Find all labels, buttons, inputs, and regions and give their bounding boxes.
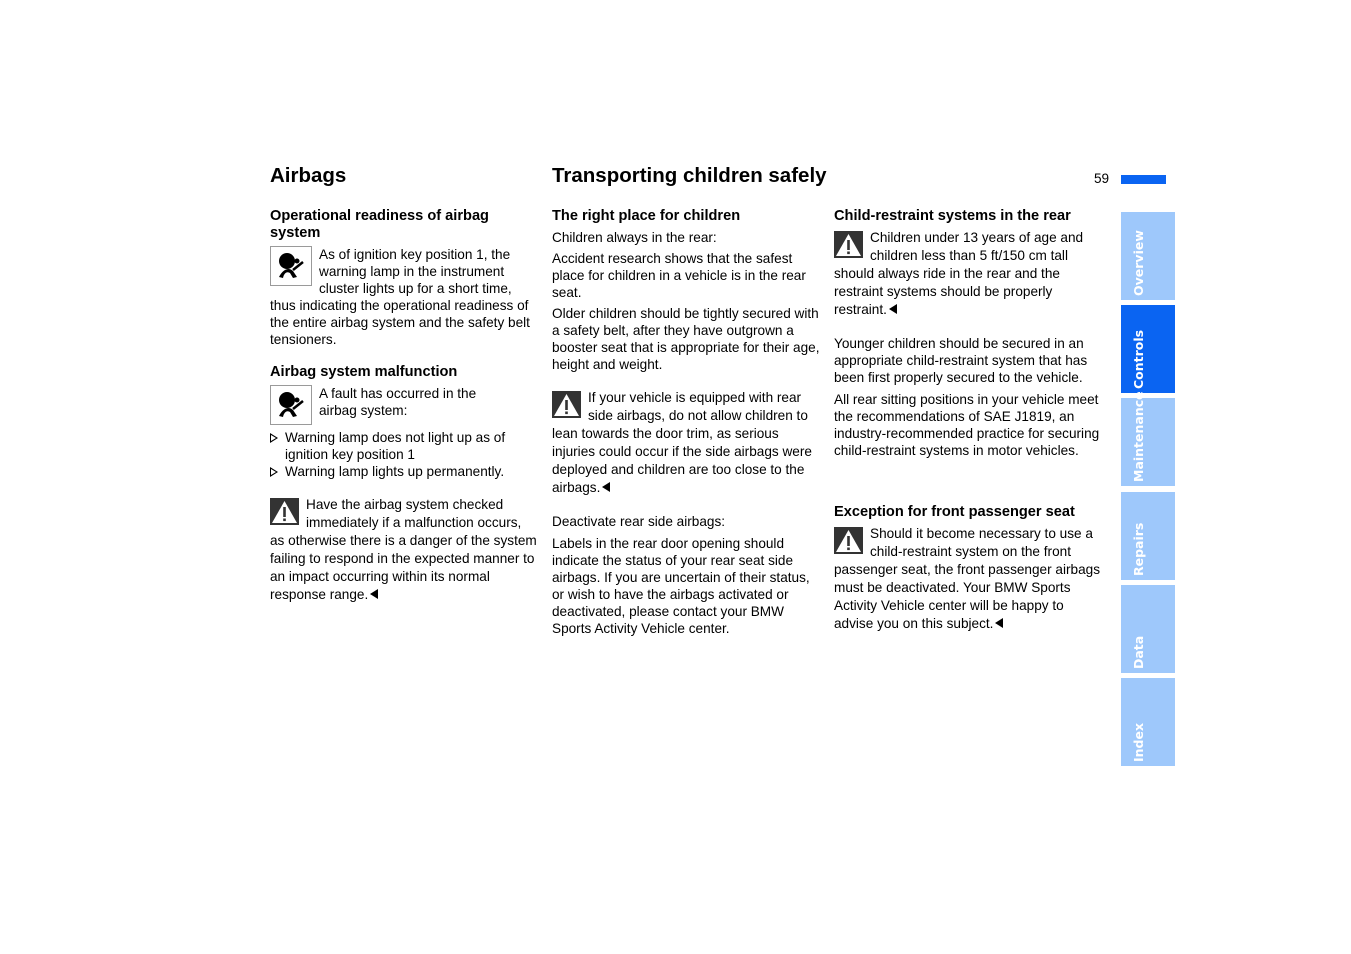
tab-label: Data — [1131, 635, 1146, 669]
tab-label: Maintenance — [1131, 391, 1146, 482]
warning-triangle-icon — [834, 527, 863, 554]
page-marker-bar — [1121, 175, 1166, 184]
warning-triangle-icon — [834, 231, 863, 258]
paragraph: Children always in the rear: — [552, 230, 717, 245]
tab-index[interactable]: Index — [1121, 678, 1175, 766]
section-child-restraint-rear: Child-restraint systems in the rear Chil… — [834, 208, 1106, 459]
paragraph: Older children should be tightly secured… — [552, 306, 820, 372]
tab-label: Controls — [1131, 329, 1146, 389]
rear-airbag-warning: If your vehicle is equipped with rear si… — [552, 389, 824, 497]
bullet-triangle-icon — [270, 467, 278, 477]
front-passenger-warning: Should it become necessary to use a chil… — [834, 525, 1106, 633]
section-title-transporting-children: Transporting children safely — [552, 164, 827, 187]
child-restraint-warning: Children under 13 years of age and child… — [834, 229, 1106, 319]
tab-overview[interactable]: Overview — [1121, 212, 1175, 300]
paragraph: Labels in the rear door opening should i… — [552, 536, 810, 636]
heading-front-passenger-exception: Exception for front passenger seat — [834, 504, 1075, 520]
end-of-note-icon — [995, 618, 1004, 628]
paragraph: Younger children should be secured in an… — [834, 336, 1088, 385]
paragraph: Accident research shows that the safest … — [552, 251, 806, 300]
tab-label: Overview — [1131, 230, 1146, 296]
tab-data[interactable]: Data — [1121, 585, 1175, 673]
section-operational-readiness: Operational readiness of airbag system A… — [270, 208, 538, 348]
list-item: Warning lamp does not light up as of ign… — [270, 429, 538, 463]
rear-airbag-warning-text: If your vehicle is equipped with rear si… — [552, 390, 812, 495]
tab-repairs[interactable]: Repairs — [1121, 492, 1175, 580]
tab-label: Repairs — [1131, 522, 1146, 576]
bullet-triangle-icon — [270, 433, 278, 443]
end-of-note-icon — [888, 304, 897, 314]
section-title-airbags: Airbags — [270, 164, 347, 187]
paragraph: Deactivate rear side airbags: — [552, 514, 726, 529]
tab-controls[interactable]: Controls — [1121, 305, 1175, 393]
malfunction-warning-text: Have the airbag system checked immediate… — [270, 497, 537, 602]
section-airbag-malfunction: Airbag system malfunction A fault has oc… — [270, 364, 538, 604]
section-front-passenger-exception: Exception for front passenger seat Shoul… — [834, 504, 1106, 633]
airbag-warning-lamp-icon — [270, 385, 312, 425]
warning-triangle-icon — [270, 498, 299, 525]
front-passenger-warning-text: Should it become necessary to use a chil… — [834, 526, 1101, 631]
child-restraint-warning-text: Children under 13 years of age and child… — [834, 230, 1084, 317]
list-item: Warning lamp lights up permanently. — [270, 463, 538, 480]
airbag-warning-lamp-icon — [270, 246, 312, 286]
malfunction-bullet-list: Warning lamp does not light up as of ign… — [270, 429, 538, 480]
warning-triangle-icon — [552, 391, 581, 418]
heading-operational-readiness: Operational readiness of airbag system — [270, 208, 489, 241]
end-of-note-icon — [370, 589, 379, 599]
malfunction-warning: Have the airbag system checked immediate… — [270, 496, 538, 604]
end-of-note-icon — [602, 482, 611, 492]
heading-child-restraint-rear: Child-restraint systems in the rear — [834, 208, 1071, 224]
tab-label: Index — [1131, 722, 1146, 762]
page-number: 59 — [1094, 171, 1110, 186]
section-right-place: The right place for children Children al… — [552, 208, 824, 637]
heading-airbag-malfunction: Airbag system malfunction — [270, 364, 458, 380]
tab-maintenance[interactable]: Maintenance — [1121, 391, 1175, 486]
paragraph: All rear sitting positions in your vehic… — [834, 392, 1100, 458]
heading-right-place: The right place for children — [552, 208, 741, 224]
